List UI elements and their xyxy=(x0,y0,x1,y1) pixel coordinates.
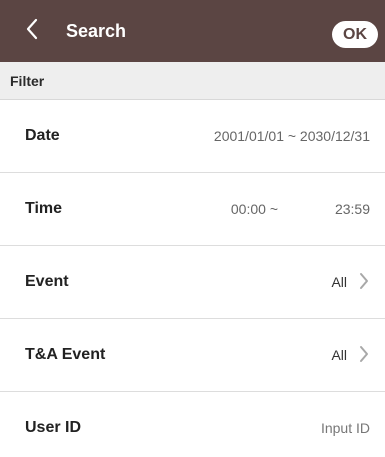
ta-event-value: All xyxy=(331,347,347,363)
search-filter-screen: Search OK Filter Date 2001/01/01 ~ 2030/… xyxy=(0,0,385,457)
date-label: Date xyxy=(25,127,60,144)
event-filter-row[interactable]: Event All xyxy=(0,246,385,319)
ta-event-label: T&A Event xyxy=(25,346,106,363)
page-title: Search xyxy=(66,21,127,41)
user-id-input[interactable] xyxy=(260,416,370,440)
ta-event-filter-row[interactable]: T&A Event All xyxy=(0,319,385,392)
date-range-value: 2001/01/01 ~ 2030/12/31 xyxy=(213,128,370,144)
user-id-filter-row[interactable]: User ID xyxy=(0,392,385,457)
time-label: Time xyxy=(25,200,63,217)
event-chevron-right-icon xyxy=(358,271,370,291)
time-end-value[interactable]: 23:59 xyxy=(335,200,370,218)
event-label: Event xyxy=(25,273,69,290)
time-filter-row[interactable]: Time 00:00 ~ 23:59 xyxy=(0,173,385,246)
date-filter-row[interactable]: Date 2001/01/01 ~ 2030/12/31 xyxy=(0,100,385,173)
time-start-value[interactable]: 00:00 ~ xyxy=(231,200,278,218)
filter-section-header: Filter xyxy=(0,62,385,100)
ta-event-chevron-right-icon xyxy=(358,344,370,364)
filter-section-title: Filter xyxy=(10,73,45,89)
back-chevron-icon[interactable] xyxy=(22,16,44,42)
app-header: Search OK xyxy=(0,0,385,62)
user-id-label: User ID xyxy=(25,419,82,436)
event-value: All xyxy=(331,274,347,290)
ok-button[interactable]: OK xyxy=(332,21,378,48)
